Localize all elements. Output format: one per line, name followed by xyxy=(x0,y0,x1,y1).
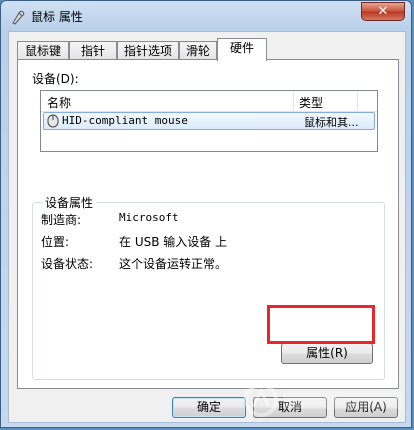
tab-pointer-options[interactable]: 指针选项 xyxy=(117,41,179,60)
tab-hardware[interactable]: 硬件 xyxy=(217,38,267,61)
manufacturer-label: 制造商: xyxy=(41,213,82,227)
column-header-name[interactable]: 名称 xyxy=(47,94,71,111)
dialog-client: 鼠标键 指针 指针选项 滑轮 硬件 设备(D): 名称 类型 HID-compl… xyxy=(8,31,406,423)
highlight-box xyxy=(267,305,375,344)
manufacturer-value: Microsoft xyxy=(119,211,179,224)
mouse-icon xyxy=(12,10,25,25)
window-title: 鼠标 属性 xyxy=(31,10,83,24)
location-label: 位置: xyxy=(41,235,70,249)
title-bar[interactable]: 鼠标 属性 ✕ xyxy=(1,1,411,31)
list-item[interactable]: HID-compliant mouse 鼠标和其... xyxy=(43,112,375,130)
mouse-properties-dialog: 鼠标 属性 ✕ 鼠标键 指针 指针选项 滑轮 硬件 设备(D): 名称 类型 H… xyxy=(0,0,412,428)
close-icon: ✕ xyxy=(377,4,389,19)
devices-list[interactable]: 名称 类型 HID-compliant mouse 鼠标和其... xyxy=(40,90,378,152)
tab-pointers[interactable]: 指针 xyxy=(69,41,117,60)
device-status-value: 这个设备运转正常。 xyxy=(119,257,228,271)
tab-mouse-buttons[interactable]: 鼠标键 xyxy=(17,41,69,60)
ok-button[interactable]: 确定 xyxy=(172,397,246,418)
group-title: 设备属性 xyxy=(42,194,97,211)
close-button[interactable]: ✕ xyxy=(361,2,405,21)
mouse-device-icon xyxy=(47,114,59,128)
device-type: 鼠标和其... xyxy=(304,116,359,129)
properties-button[interactable]: 属性(R) xyxy=(281,343,373,364)
tab-wheel[interactable]: 滑轮 xyxy=(179,41,217,60)
column-separator[interactable] xyxy=(357,91,358,111)
watermark-logo-icon xyxy=(244,383,403,417)
device-name: HID-compliant mouse xyxy=(62,114,188,127)
column-header-type[interactable]: 类型 xyxy=(299,94,323,111)
device-status-label: 设备状态: xyxy=(41,257,94,271)
column-separator[interactable] xyxy=(293,91,294,111)
location-value: 在 USB 输入设备 上 xyxy=(119,235,228,249)
list-header: 名称 类型 xyxy=(41,91,377,112)
devices-label: 设备(D): xyxy=(32,72,79,86)
